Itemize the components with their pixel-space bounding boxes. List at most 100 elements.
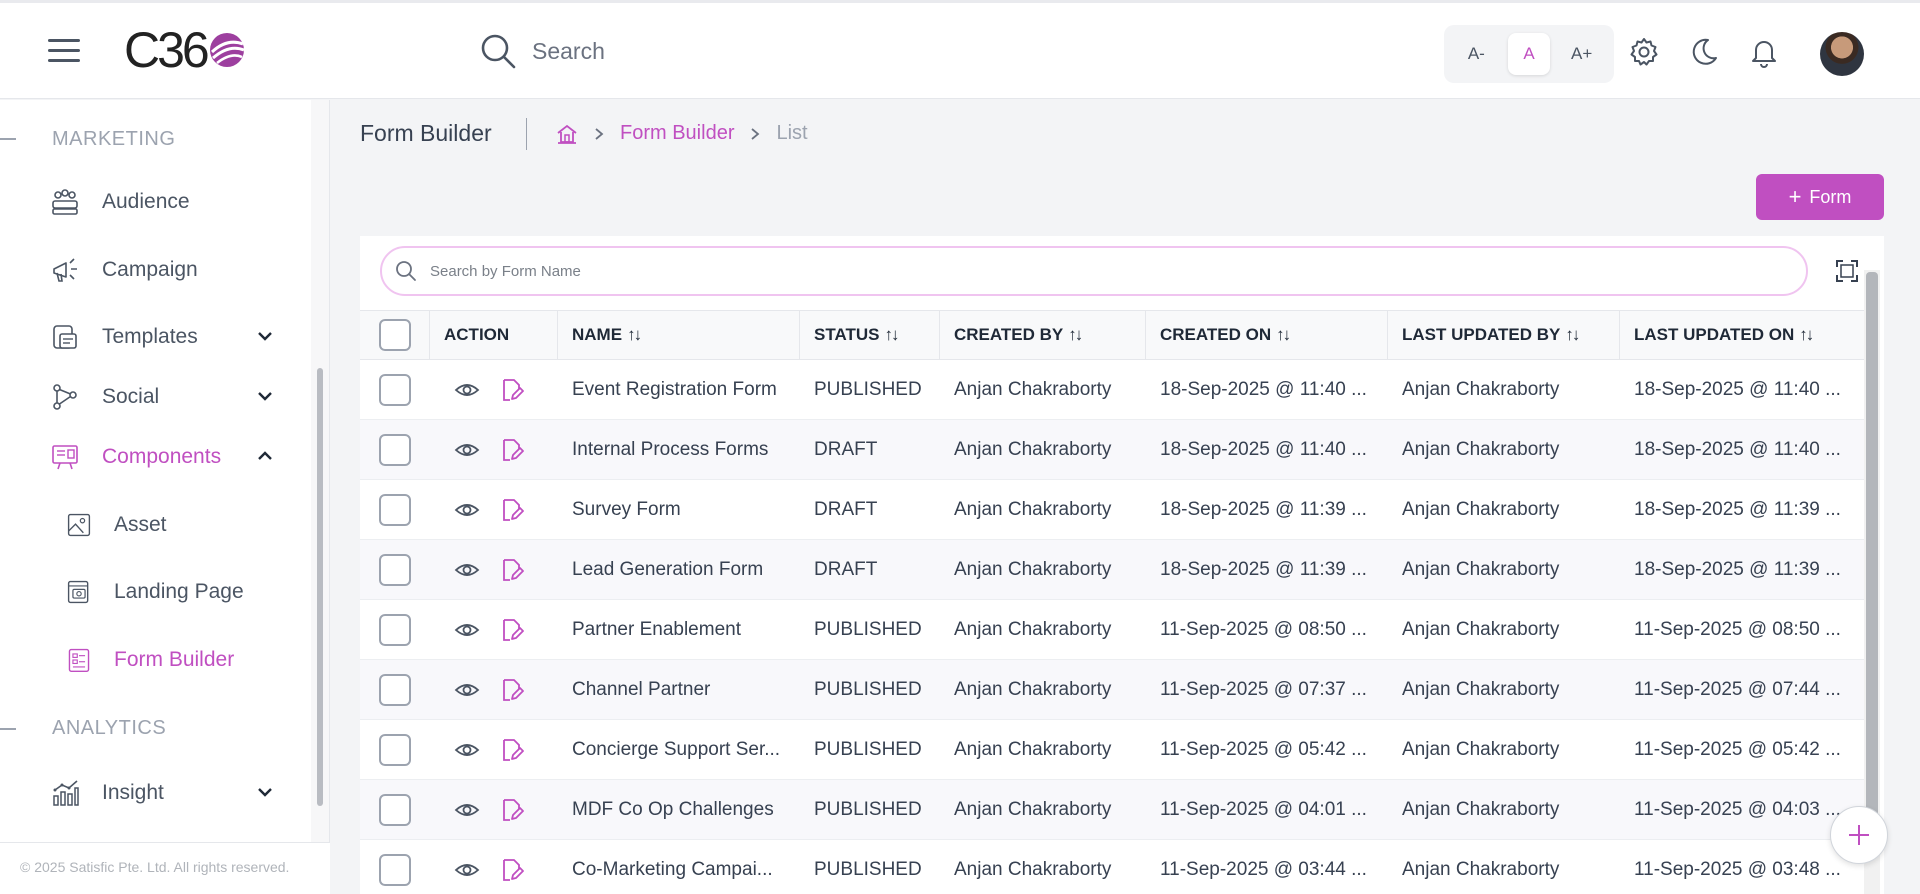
- header-name[interactable]: NAME ↑↓: [558, 311, 800, 359]
- eye-icon[interactable]: [454, 617, 480, 643]
- row-checkbox[interactable]: [379, 733, 411, 766]
- cell-status: PUBLISHED: [814, 378, 922, 400]
- sidebar-item-social[interactable]: Social: [50, 377, 290, 417]
- font-size-switcher: A- A A+: [1444, 25, 1614, 83]
- user-avatar[interactable]: [1820, 32, 1864, 76]
- home-icon[interactable]: [556, 123, 578, 145]
- moon-icon[interactable]: [1688, 36, 1720, 68]
- sidebar-item-asset[interactable]: Asset: [66, 505, 306, 545]
- table-row[interactable]: Partner Enablement PUBLISHED Anjan Chakrab…: [360, 600, 1864, 660]
- cell-updated-on: 18-Sep-2025 @ 11:40 ...: [1634, 438, 1841, 460]
- breadcrumb-link-form-builder[interactable]: Form Builder: [620, 122, 734, 145]
- sidebar-item-campaign[interactable]: Campaign: [50, 250, 290, 290]
- header-status[interactable]: STATUS ↑↓: [800, 311, 940, 359]
- font-normal-button[interactable]: A: [1507, 33, 1550, 75]
- global-search[interactable]: [478, 29, 1078, 73]
- edit-icon[interactable]: [498, 797, 524, 823]
- sidebar-item-components[interactable]: Components: [50, 437, 290, 477]
- eye-icon[interactable]: [454, 857, 480, 883]
- table-row[interactable]: Concierge Support Ser... PUBLISHED Anjan C…: [360, 720, 1864, 780]
- eye-icon[interactable]: [454, 557, 480, 583]
- select-all-checkbox[interactable]: [378, 319, 411, 351]
- cell-name[interactable]: Partner Enablement: [558, 600, 800, 659]
- sort-icon: ↑↓: [1799, 325, 1814, 344]
- cell-name[interactable]: Channel Partner: [558, 660, 800, 719]
- cell-name[interactable]: Survey Form: [558, 480, 800, 539]
- cell-name[interactable]: Concierge Support Ser...: [558, 720, 800, 779]
- chevron-up-icon[interactable]: [254, 445, 276, 467]
- plus-icon: [1849, 825, 1869, 845]
- table-scrollbar-thumb[interactable]: [1866, 272, 1878, 822]
- table-search[interactable]: [380, 246, 1808, 296]
- global-search-input[interactable]: [532, 37, 1032, 65]
- header-last-updated-by[interactable]: LAST UPDATED BY ↑↓: [1388, 311, 1620, 359]
- edit-icon[interactable]: [498, 737, 524, 763]
- table-row[interactable]: Internal Process Forms DRAFT Anjan Chakrab…: [360, 420, 1864, 480]
- table-scroll-track[interactable]: [1864, 270, 1880, 894]
- row-checkbox[interactable]: [379, 613, 411, 646]
- edit-icon[interactable]: [498, 617, 524, 643]
- bell-icon[interactable]: [1748, 36, 1780, 68]
- cell-name[interactable]: MDF Co Op Challenges: [558, 780, 800, 839]
- table-row[interactable]: Event Registration Form PUBLISHED Anjan Ch…: [360, 360, 1864, 420]
- form-name-search-input[interactable]: [430, 262, 1730, 280]
- sidebar-item-templates[interactable]: Templates: [50, 317, 290, 357]
- edit-icon[interactable]: [498, 557, 524, 583]
- header-last-updated-on[interactable]: LAST UPDATED ON ↑↓: [1620, 311, 1864, 359]
- table-row[interactable]: MDF Co Op Challenges PUBLISHED Anjan Chakr…: [360, 780, 1864, 840]
- edit-icon[interactable]: [498, 857, 524, 883]
- cell-name[interactable]: Event Registration Form: [558, 360, 800, 419]
- header-last-updated-by-label: LAST UPDATED BY: [1402, 325, 1561, 344]
- fullscreen-icon[interactable]: [1834, 258, 1860, 284]
- eye-icon[interactable]: [454, 377, 480, 403]
- eye-icon[interactable]: [454, 797, 480, 823]
- sidebar-item-audience[interactable]: Audience: [50, 182, 290, 222]
- table-row[interactable]: Channel Partner PUBLISHED Anjan Chakrabort…: [360, 660, 1864, 720]
- components-icon: [52, 445, 78, 470]
- chevron-down-icon[interactable]: [254, 325, 276, 347]
- chevron-down-icon[interactable]: [254, 781, 276, 803]
- sidebar-item-insight[interactable]: Insight: [50, 773, 290, 813]
- chevron-right-icon: [751, 127, 760, 140]
- table-row[interactable]: Lead Generation Form DRAFT Anjan Chakrabor…: [360, 540, 1864, 600]
- row-checkbox[interactable]: [379, 553, 411, 586]
- header-last-updated-on-label: LAST UPDATED ON: [1634, 325, 1795, 344]
- eye-icon[interactable]: [454, 497, 480, 523]
- row-checkbox[interactable]: [379, 793, 411, 826]
- table-row[interactable]: Co-Marketing Campai... PUBLISHED Anjan Cha…: [360, 840, 1864, 894]
- menu-toggle-icon[interactable]: [48, 39, 80, 63]
- sidebar-item-landing-page[interactable]: Landing Page: [66, 572, 306, 612]
- edit-icon[interactable]: [498, 497, 524, 523]
- eye-icon[interactable]: [454, 437, 480, 463]
- row-checkbox[interactable]: [379, 493, 411, 526]
- floating-add-button[interactable]: [1830, 806, 1888, 864]
- cell-updated-on: 11-Sep-2025 @ 05:42 ...: [1634, 738, 1841, 760]
- add-form-button[interactable]: + Form: [1756, 174, 1884, 220]
- chevron-down-icon[interactable]: [254, 385, 276, 407]
- font-decrease-button[interactable]: A-: [1455, 33, 1497, 75]
- font-increase-button[interactable]: A+: [1561, 33, 1603, 75]
- edit-icon[interactable]: [498, 677, 524, 703]
- gear-icon[interactable]: [1628, 36, 1660, 68]
- eye-icon[interactable]: [454, 677, 480, 703]
- table-row[interactable]: Survey Form DRAFT Anjan Chakraborty 18-Sep-…: [360, 480, 1864, 540]
- edit-icon[interactable]: [498, 377, 524, 403]
- edit-icon[interactable]: [498, 437, 524, 463]
- cell-name[interactable]: Lead Generation Form: [558, 540, 800, 599]
- row-actions: [430, 480, 558, 539]
- brand-logo[interactable]: C36: [124, 25, 247, 75]
- sidebar-item-form-builder[interactable]: Form Builder: [66, 640, 306, 680]
- row-actions: [430, 360, 558, 419]
- cell-name[interactable]: Internal Process Forms: [558, 420, 800, 479]
- header-created-by[interactable]: CREATED BY ↑↓: [940, 311, 1146, 359]
- row-checkbox[interactable]: [379, 433, 411, 466]
- cell-name[interactable]: Co-Marketing Campai...: [558, 840, 800, 894]
- sidebar-scrollbar[interactable]: [317, 368, 323, 806]
- row-actions: [430, 840, 558, 894]
- row-checkbox[interactable]: [379, 373, 411, 406]
- eye-icon[interactable]: [454, 737, 480, 763]
- row-checkbox[interactable]: [379, 853, 411, 886]
- header-created-on[interactable]: CREATED ON ↑↓: [1146, 311, 1388, 359]
- cell-created-on: 11-Sep-2025 @ 07:37 ...: [1160, 678, 1367, 700]
- row-checkbox[interactable]: [379, 673, 411, 706]
